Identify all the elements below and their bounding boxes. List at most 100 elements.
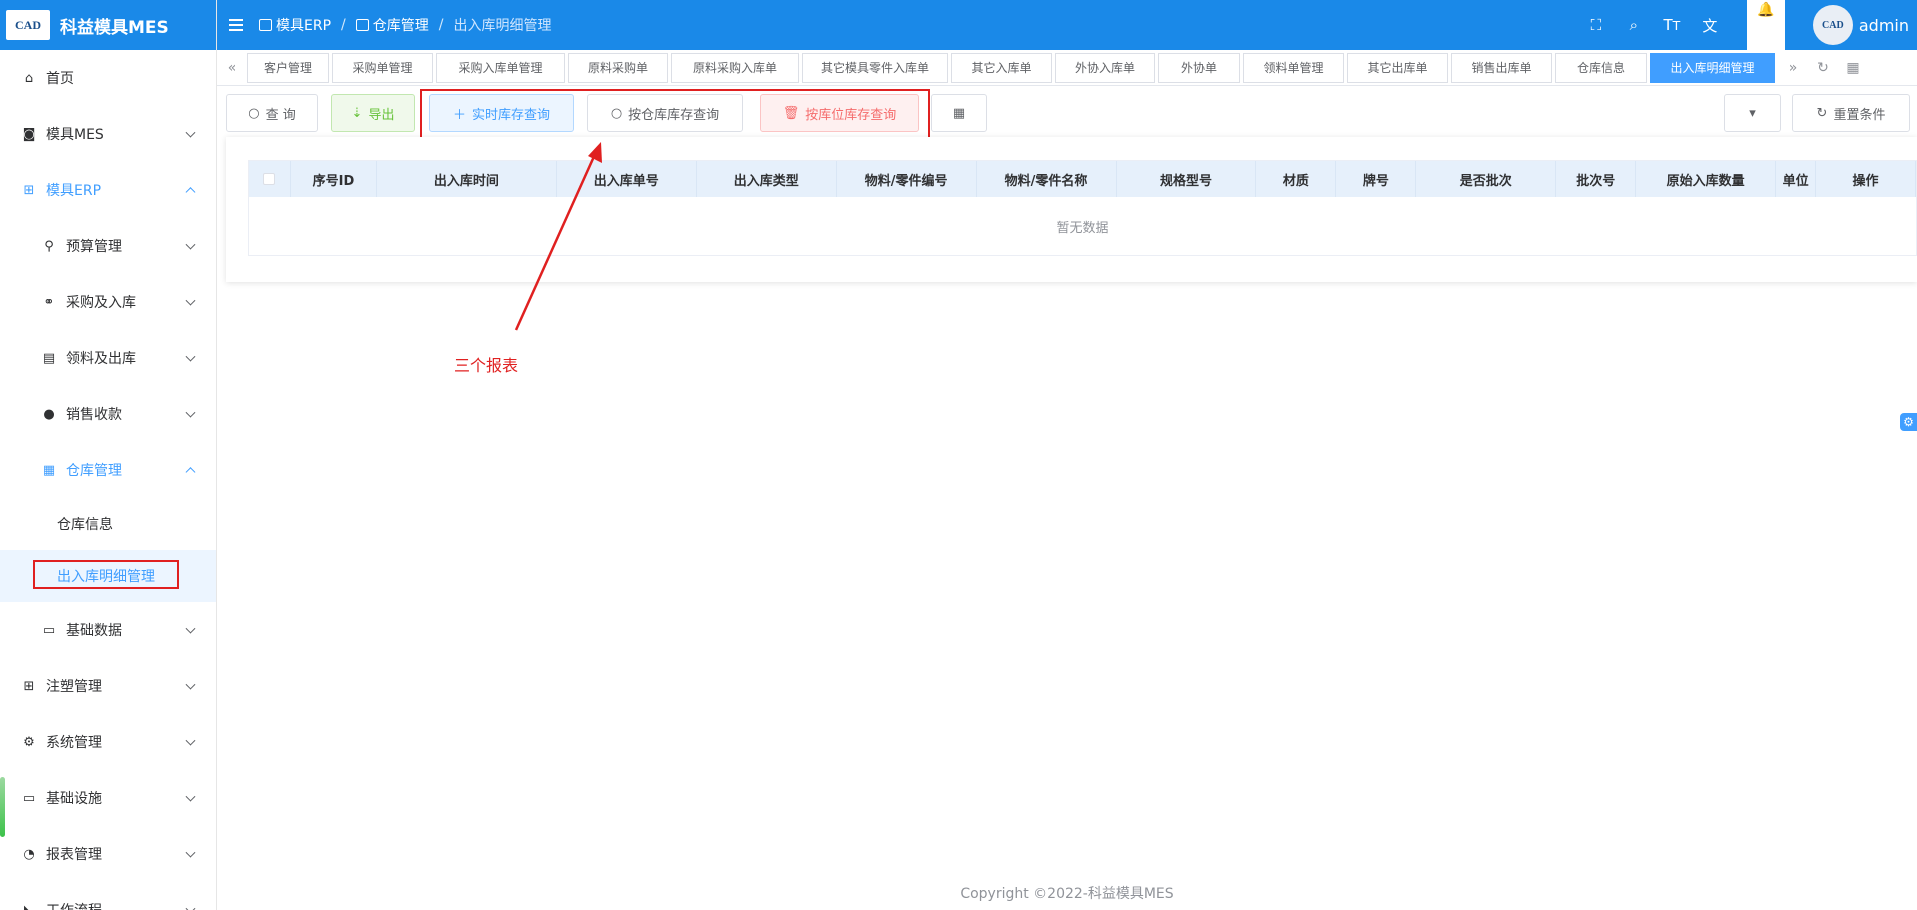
chevron-down-icon <box>185 239 196 250</box>
column-header[interactable]: 物料/零件编号 <box>837 161 977 197</box>
tab-outsource[interactable]: 外协单 <box>1158 52 1240 83</box>
sidebar-item-label: 销售收款 <box>66 407 122 423</box>
font-size-icon[interactable]: TT <box>1653 16 1691 34</box>
dropdown-button[interactable]: ▾ <box>1724 94 1781 132</box>
breadcrumb-item[interactable]: 仓库管理 <box>355 15 429 35</box>
tab-raw-purchase-inbound[interactable]: 原料采购入库单 <box>671 52 799 83</box>
fullscreen-icon[interactable]: ⛶ <box>1577 16 1615 34</box>
sidebar-item-label: 首页 <box>46 71 74 87</box>
username[interactable]: admin <box>1859 16 1909 35</box>
breadcrumb-separator: / <box>341 17 346 33</box>
sidebar-item-label: 模具ERP <box>46 183 102 199</box>
sidebar-item-purchase[interactable]: ⚭ 采购及入库 <box>0 274 216 330</box>
column-settings-button[interactable]: ▦ <box>931 94 987 132</box>
column-header[interactable]: 序号ID <box>291 161 377 197</box>
tab-mold-parts-inbound[interactable]: 其它模具零件入库单 <box>802 52 948 83</box>
sidebar-item-reports[interactable]: ◔ 报表管理 <box>0 826 216 882</box>
scroll-indicator[interactable] <box>0 777 5 837</box>
settings-icon[interactable]: ⚙ <box>1900 413 1917 431</box>
tab-customer[interactable]: 客户管理 <box>247 52 329 83</box>
sidebar-item-warehouse[interactable]: ▦ 仓库管理 <box>0 442 216 498</box>
column-header[interactable]: 出入库单号 <box>557 161 697 197</box>
column-header[interactable]: 原始入库数量 <box>1636 161 1777 197</box>
tab-purchase-inbound[interactable]: 采购入库单管理 <box>436 52 565 83</box>
avatar[interactable]: CAD <box>1812 5 1853 45</box>
column-header[interactable]: 是否批次 <box>1416 161 1557 197</box>
menu-toggle-icon[interactable] <box>229 16 243 34</box>
reset-button-label: 重置条件 <box>1833 107 1886 123</box>
sidebar-item-erp[interactable]: ⊞ 模具ERP <box>0 162 216 218</box>
grid-icon[interactable]: ▦ <box>1838 53 1868 83</box>
sidebar-item-system[interactable]: ⚙ 系统管理 <box>0 714 216 770</box>
column-header[interactable]: 规格型号 <box>1117 161 1257 197</box>
export-button[interactable]: ⇣ 导出 <box>331 94 415 132</box>
header-actions: ⛶ ⌕ TT 文 🔔 CAD admin <box>1577 0 1917 50</box>
tab-other-outbound[interactable]: 其它出库单 <box>1347 52 1448 83</box>
chevron-down-icon <box>185 351 196 362</box>
translate-icon[interactable]: 文 <box>1691 15 1729 36</box>
tabs-scroll-right-icon[interactable]: » <box>1778 53 1808 83</box>
reset-button[interactable]: ↻ 重置条件 <box>1792 94 1910 132</box>
chevron-down-icon <box>185 127 196 138</box>
sidebar-item-infrastructure[interactable]: ▭ 基础设施 <box>0 770 216 826</box>
sidebar-item-workflow[interactable]: ◣ 工作流程 <box>0 882 216 910</box>
sidebar-item-label: 工作流程 <box>46 900 102 910</box>
top-header: 模具ERP / 仓库管理 / 出入库明细管理 ⛶ ⌕ TT 文 🔔 CAD ad… <box>217 0 1917 50</box>
logo: CAD 科益模具MES <box>0 0 216 50</box>
column-header[interactable]: 出入库时间 <box>377 161 557 197</box>
tab-sales-outbound[interactable]: 销售出库单 <box>1451 52 1552 83</box>
tab-inout-detail[interactable]: 出入库明细管理 <box>1650 52 1775 83</box>
calendar-icon <box>355 19 369 31</box>
sidebar-item-warehouse-info[interactable]: 仓库信息 <box>0 498 216 550</box>
chevron-down-icon <box>185 903 196 910</box>
tab-purchase-order[interactable]: 采购单管理 <box>332 52 433 83</box>
column-header: 操作 <box>1816 161 1917 197</box>
sidebar-item-budget[interactable]: ⚲ 预算管理 <box>0 218 216 274</box>
annotation-box-sidebar <box>33 560 179 589</box>
sidebar-item-label: 基础数据 <box>66 623 122 639</box>
bell-icon[interactable]: 🔔 <box>1746 0 1785 50</box>
refresh-icon[interactable]: ↻ <box>1808 53 1838 83</box>
user-icon: ● <box>43 406 55 422</box>
chevron-down-icon <box>185 623 196 634</box>
grid-icon: ▦ <box>952 105 966 121</box>
pie-icon: ◔ <box>23 846 35 862</box>
tab-warehouse-info[interactable]: 仓库信息 <box>1555 52 1647 83</box>
column-header[interactable]: 牌号 <box>1336 161 1417 197</box>
sidebar-item-mes[interactable]: ◙ 模具MES <box>0 106 216 162</box>
table-header: 序号ID 出入库时间 出入库单号 出入库类型 物料/零件编号 物料/零件名称 规… <box>249 161 1917 197</box>
gift-icon: ⊞ <box>23 182 35 198</box>
sidebar-item-picking[interactable]: ▤ 领料及出库 <box>0 330 216 386</box>
tab-other-inbound[interactable]: 其它入库单 <box>951 52 1052 83</box>
column-header[interactable]: 单位 <box>1776 161 1817 197</box>
column-header[interactable]: 物料/零件名称 <box>977 161 1117 197</box>
sidebar-item-label: 基础设施 <box>46 791 102 807</box>
download-icon: ⇣ <box>351 105 363 121</box>
gift-icon <box>259 19 272 31</box>
sidebar-item-home[interactable]: ⌂ 首页 <box>0 50 216 106</box>
search-icon[interactable]: ⌕ <box>1615 16 1653 34</box>
breadcrumb: 模具ERP / 仓库管理 / 出入库明细管理 <box>259 15 551 35</box>
tab-raw-purchase[interactable]: 原料采购单 <box>568 52 668 83</box>
chevron-down-icon <box>185 679 196 690</box>
column-header[interactable]: 批次号 <box>1556 161 1637 197</box>
gift-icon: ⊞ <box>23 678 35 694</box>
sidebar-item-basic-data[interactable]: ▭ 基础数据 <box>0 602 216 658</box>
query-button[interactable]: ○ 查 询 <box>226 94 318 132</box>
flow-icon: ◣ <box>24 902 34 910</box>
annotation-label: 三个报表 <box>454 356 519 375</box>
sidebar-item-label: 采购及入库 <box>66 295 136 311</box>
column-header[interactable]: 材质 <box>1256 161 1337 197</box>
column-header[interactable]: 出入库类型 <box>697 161 837 197</box>
export-button-label: 导出 <box>368 107 395 123</box>
tabs-scroll-left-icon[interactable]: « <box>217 53 247 83</box>
sidebar-item-injection[interactable]: ⊞ 注塑管理 <box>0 658 216 714</box>
breadcrumb-item[interactable]: 模具ERP <box>259 15 331 35</box>
select-all-checkbox[interactable] <box>263 173 276 185</box>
calendar-icon: ▦ <box>42 462 56 478</box>
tab-picking[interactable]: 领料单管理 <box>1243 52 1344 83</box>
select-all-cell <box>249 161 291 197</box>
camera-icon: ◙ <box>22 126 36 142</box>
sidebar-item-sales[interactable]: ● 销售收款 <box>0 386 216 442</box>
tab-outsource-inbound[interactable]: 外协入库单 <box>1055 52 1155 83</box>
